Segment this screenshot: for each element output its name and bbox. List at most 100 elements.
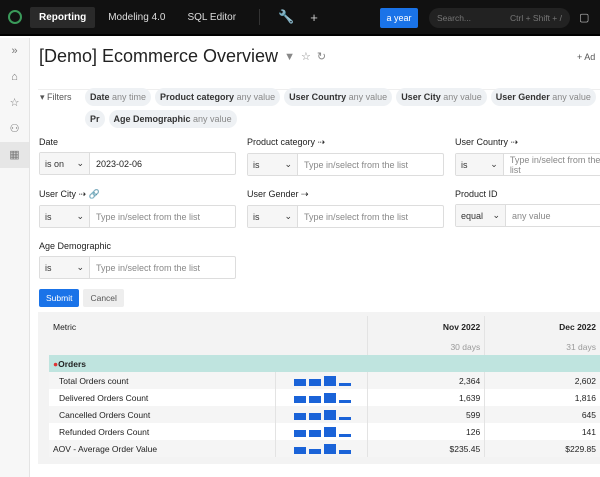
metrics-table-panel: Metric Nov 2022 Dec 2022 30 days 31 days ●O… bbox=[38, 312, 600, 464]
sparkline bbox=[274, 406, 367, 423]
datasets-icon[interactable]: ⚇ bbox=[0, 116, 29, 142]
user-gender-label: User Gender ⇢ bbox=[247, 189, 309, 199]
date-filter: Date is on ⌄ 2023-02-06 bbox=[39, 137, 236, 175]
add-button[interactable]: + Ad bbox=[577, 52, 595, 62]
sparkline bbox=[274, 372, 367, 389]
spark-bar bbox=[293, 412, 306, 420]
product-category-operator-select[interactable]: is ⌄ bbox=[248, 154, 298, 175]
spark-bar bbox=[338, 382, 351, 386]
spark-bar bbox=[323, 409, 336, 420]
product-category-input[interactable]: Type in/select from the list bbox=[298, 154, 414, 175]
filter-chip-user-city[interactable]: User City any value bbox=[396, 88, 487, 106]
date-input[interactable]: 2023-02-06 bbox=[90, 153, 148, 174]
spark-bar bbox=[293, 395, 306, 403]
wrench-icon[interactable]: 🔧 bbox=[278, 9, 294, 25]
user-gender-operator-select[interactable]: is ⌄ bbox=[248, 206, 298, 227]
metric-name: Total Orders count bbox=[49, 372, 275, 389]
column-header: Nov 2022 bbox=[366, 316, 485, 338]
star-icon[interactable]: ☆ bbox=[301, 50, 311, 63]
search-input[interactable]: Search... Ctrl + Shift + / bbox=[429, 8, 570, 28]
spark-bar bbox=[323, 392, 336, 403]
spark-bar bbox=[293, 446, 306, 454]
user-city-filter: User City ⇢ 🔗 is ⌄ Type in/select from the … bbox=[39, 189, 236, 228]
tab-modeling[interactable]: Modeling 4.0 bbox=[99, 7, 174, 28]
metric-value: 141 bbox=[484, 423, 600, 440]
product-id-operator-select[interactable]: equal ⌄ bbox=[456, 205, 506, 226]
user-city-label: User City ⇢ 🔗 bbox=[39, 189, 100, 199]
page-title: [Demo] Ecommerce Overview ▼ ☆ ↻ bbox=[39, 46, 326, 67]
spark-bar bbox=[338, 433, 351, 437]
filter-chip-product-category[interactable]: Product category any value bbox=[155, 88, 281, 106]
column-header: Dec 2022 bbox=[484, 316, 600, 338]
metric-value: $235.45 bbox=[366, 440, 485, 457]
spark-bar bbox=[338, 416, 351, 420]
product-id-input[interactable]: any value bbox=[506, 205, 557, 226]
user-gender-input[interactable]: Type in/select from the list bbox=[298, 206, 414, 227]
sparkline bbox=[274, 423, 367, 440]
feedback-icon[interactable]: ▢ bbox=[579, 11, 589, 24]
table-row[interactable]: AOV - Average Order Value $235.45 $229.85 bbox=[49, 440, 600, 457]
title-text: [Demo] Ecommerce Overview bbox=[39, 46, 279, 66]
spark-bar bbox=[323, 443, 336, 454]
spark-bar bbox=[308, 448, 321, 454]
spark-bar bbox=[308, 395, 321, 403]
spark-bar bbox=[338, 399, 351, 403]
group-row[interactable]: ●Orders bbox=[49, 355, 600, 372]
sparkline bbox=[274, 440, 367, 457]
user-country-operator-select[interactable]: is ⌄ bbox=[456, 154, 504, 175]
spark-bar bbox=[308, 378, 321, 386]
submit-button[interactable]: Submit bbox=[39, 289, 80, 307]
metric-value: 2,602 bbox=[484, 372, 600, 389]
table-row[interactable]: Refunded Orders Count 126 141 bbox=[49, 423, 600, 440]
refresh-icon[interactable]: ↻ bbox=[317, 50, 326, 63]
spark-bar bbox=[323, 375, 336, 386]
filter-chip-date[interactable]: Date any time bbox=[85, 88, 152, 106]
sidebar: » ⌂ ☆ ⚇ ▦ bbox=[0, 38, 30, 477]
divider bbox=[259, 9, 261, 25]
search-placeholder: Search... bbox=[437, 13, 472, 23]
filter-bar: ▾ Filters Date any time Product category… bbox=[40, 88, 600, 128]
user-city-operator-select[interactable]: is ⌄ bbox=[40, 206, 90, 227]
metric-value: 1,639 bbox=[366, 389, 485, 406]
column-subheader: 31 days bbox=[484, 338, 600, 355]
plus-icon[interactable]: + bbox=[310, 10, 318, 25]
home-icon[interactable]: ⌂ bbox=[0, 64, 29, 90]
filters-toggle[interactable]: ▾ Filters bbox=[40, 92, 72, 103]
user-gender-filter: User Gender ⇢ is ⌄ Type in/select from the … bbox=[247, 189, 444, 228]
filter-chip-age[interactable]: Age Demographic any value bbox=[108, 110, 237, 128]
filter-chip-product-id[interactable]: Pr bbox=[85, 110, 105, 128]
user-country-filter: User Country ⇢ is ⌄ Type in/select from the… bbox=[455, 137, 600, 176]
table-row[interactable]: Delivered Orders Count 1,639 1,816 bbox=[49, 389, 600, 406]
metric-name: AOV - Average Order Value bbox=[49, 440, 275, 457]
age-operator-select[interactable]: is ⌄ bbox=[40, 257, 90, 278]
period-button[interactable]: a year bbox=[380, 8, 418, 28]
date-operator-select[interactable]: is on ⌄ bbox=[40, 153, 90, 174]
logo-icon[interactable] bbox=[8, 10, 22, 24]
filter-icon[interactable]: ▼ bbox=[284, 51, 295, 63]
table-row[interactable]: Total Orders count 2,364 2,602 bbox=[49, 372, 600, 389]
filter-chip-user-country[interactable]: User Country any value bbox=[284, 88, 393, 106]
user-city-input[interactable]: Type in/select from the list bbox=[90, 206, 206, 227]
metric-name: Cancelled Orders Count bbox=[49, 406, 275, 423]
spark-bar bbox=[308, 412, 321, 420]
age-filter: Age Demographic is ⌄ Type in/select from th… bbox=[39, 241, 236, 279]
search-shortcut: Ctrl + Shift + / bbox=[510, 13, 562, 23]
table-row[interactable]: Cancelled Orders Count 599 645 bbox=[49, 406, 600, 423]
filter-chip-user-gender[interactable]: User Gender any value bbox=[490, 88, 596, 106]
tab-reporting[interactable]: Reporting bbox=[30, 6, 96, 28]
user-country-label: User Country ⇢ bbox=[455, 137, 519, 147]
spark-bar bbox=[308, 429, 321, 437]
tab-sql-editor[interactable]: SQL Editor bbox=[178, 7, 245, 28]
product-id-label: Product ID bbox=[455, 189, 498, 199]
metric-value: 2,364 bbox=[366, 372, 485, 389]
metrics-table: Metric Nov 2022 Dec 2022 30 days 31 days ●O… bbox=[49, 316, 600, 457]
expand-icon[interactable]: » bbox=[0, 38, 29, 64]
metric-name: Delivered Orders Count bbox=[59, 392, 149, 403]
age-input[interactable]: Type in/select from the list bbox=[90, 257, 206, 278]
star-icon[interactable]: ☆ bbox=[0, 90, 29, 116]
dashboard-icon[interactable]: ▦ bbox=[0, 142, 29, 168]
spark-bar bbox=[293, 429, 306, 437]
user-country-input[interactable]: Type in/select from the list bbox=[504, 154, 600, 175]
metric-value: 645 bbox=[484, 406, 600, 423]
cancel-button[interactable]: Cancel bbox=[83, 289, 124, 307]
